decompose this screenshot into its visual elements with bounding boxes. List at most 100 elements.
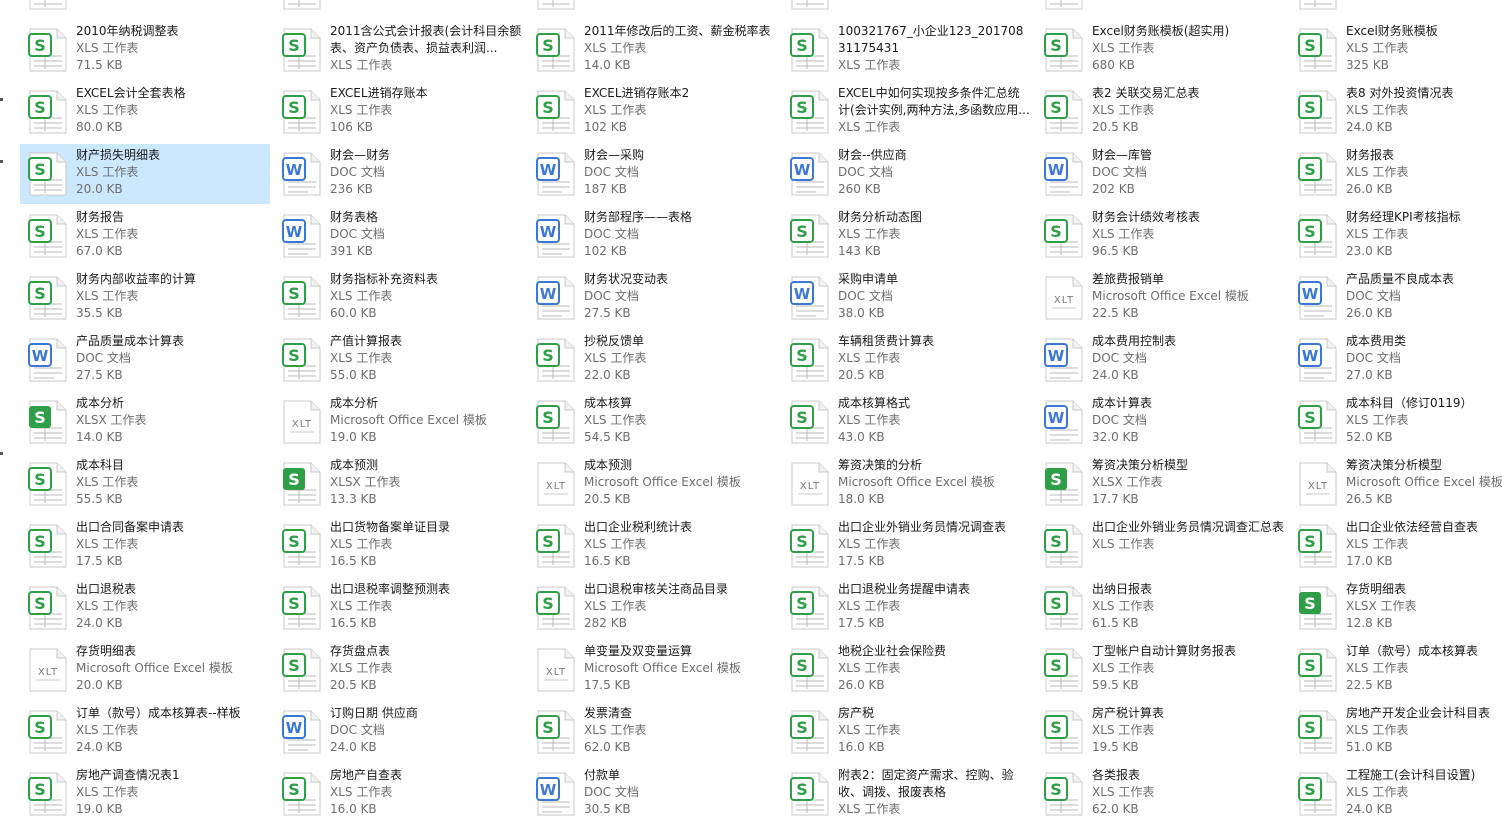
file-item[interactable]: S 产值计算报表 XLS 工作表 55.0 KB [274, 330, 524, 390]
file-item[interactable]: S 出口货物备案单证目录 XLS 工作表 16.5 KB [274, 516, 524, 576]
file-item[interactable]: S Excel财务账模板 XLS 工作表 325 KB [1290, 20, 1510, 80]
file-item[interactable]: S 出口退税审核关注商品目录 XLS 工作表 282 KB [528, 578, 778, 638]
file-item[interactable]: W 财会—库管 DOC 文档 202 KB [1036, 144, 1286, 204]
file-item[interactable]: W 财会—财务 DOC 文档 236 KB [274, 144, 524, 204]
file-item[interactable]: W 成本计算表 DOC 文档 32.0 KB [1036, 392, 1286, 452]
file-item[interactable]: S679 KB [1036, 0, 1286, 18]
file-item[interactable]: XLT 差旅费报销单 Microsoft Office Excel 模板 22.5 … [1036, 268, 1286, 328]
file-item[interactable]: S 表2 关联交易汇总表 XLS 工作表 20.5 KB [1036, 82, 1286, 142]
file-item[interactable]: S 地税企业社会保险费 XLS 工作表 26.0 KB [782, 640, 1032, 700]
file-item[interactable]: S 房地产开发企业会计科目表 XLS 工作表 51.0 KB [1290, 702, 1510, 762]
file-type: XLS 工作表 [76, 103, 139, 117]
file-item[interactable]: S 工程施工(会计科目设置) XLS 工作表 24.0 KB [1290, 764, 1510, 824]
file-type: Microsoft Office Excel 模板 [584, 475, 741, 489]
file-item[interactable]: XLT 筹资决策的分析 Microsoft Office Excel 模板 18.0… [782, 454, 1032, 514]
file-item[interactable]: S 出口企业外销业务员情况调查表 XLS 工作表 17.5 KB [782, 516, 1032, 576]
file-item[interactable]: S 出口退税率调整预测表 XLS 工作表 16.5 KB [274, 578, 524, 638]
file-item[interactable]: S 各类报表 XLS 工作表 62.0 KB [1036, 764, 1286, 824]
file-item[interactable]: S 房产税计算表 XLS 工作表 19.5 KB [1036, 702, 1286, 762]
file-item[interactable]: S 成本核算 XLS 工作表 54.5 KB [528, 392, 778, 452]
file-item[interactable]: S 附表2：固定资产需求、控购、验收、调拨、报废表格 XLS 工作表 [782, 764, 1032, 824]
file-item[interactable]: S 发票清查 XLS 工作表 62.0 KB [528, 702, 778, 762]
file-item[interactable]: S 出口退税表 XLS 工作表 24.0 KB [20, 578, 270, 638]
file-item[interactable]: XLT 筹资决策分析模型 Microsoft Office Excel 模板 26.… [1290, 454, 1510, 514]
file-item[interactable]: S 订单（款号）成本核算表--样板 XLS 工作表 24.0 KB [20, 702, 270, 762]
file-item[interactable]: S EXCEL进销存账本2 XLS 工作表 102 KB [528, 82, 778, 142]
file-item[interactable]: W 产品质量不良成本表 DOC 文档 26.0 KB [1290, 268, 1510, 328]
file-type: XLS 工作表 [1346, 227, 1409, 241]
file-item[interactable]: SXLS 工作表 [274, 0, 524, 18]
file-item[interactable]: S 财务指标补充资料表 XLS 工作表 60.0 KB [274, 268, 524, 328]
file-size: 24.0 KB [1092, 368, 1139, 382]
file-item[interactable]: S 100321767_小企业123_20170831175431 XLS 工作表 [782, 20, 1032, 80]
file-item[interactable]: S 抄税反馈单 XLS 工作表 22.0 KB [528, 330, 778, 390]
file-item[interactable]: S 存货明细表 XLSX 工作表 12.8 KB [1290, 578, 1510, 638]
file-item[interactable]: S 出口企业税利统计表 XLS 工作表 16.5 KB [528, 516, 778, 576]
file-item[interactable]: S 财务经理KPI考核指标 XLS 工作表 23.0 KB [1290, 206, 1510, 266]
file-item[interactable]: W 财务部程序——表格 DOC 文档 102 KB [528, 206, 778, 266]
word-doc-icon: W [28, 338, 68, 382]
file-item[interactable]: S 财产损失明细表 XLS 工作表 20.0 KB [20, 144, 270, 204]
file-item[interactable]: XLT 成本预测 Microsoft Office Excel 模板 20.5 KB [528, 454, 778, 514]
file-item[interactable]: XLT 单变量及双变量运算 Microsoft Office Excel 模板 17… [528, 640, 778, 700]
file-item[interactable]: S EXCEL中如何实现按多条件汇总统计(会计实例,两种方法,多函数应用... XL… [782, 82, 1032, 142]
file-item[interactable]: S 财务会计绩效考核表 XLS 工作表 96.5 KB [1036, 206, 1286, 266]
file-item[interactable]: S 财务内部收益率的计算 XLS 工作表 35.5 KB [20, 268, 270, 328]
file-item[interactable]: XLT 成本分析 Microsoft Office Excel 模板 19.0 KB [274, 392, 524, 452]
file-item[interactable]: S EXCEL进销存账本 XLS 工作表 106 KB [274, 82, 524, 142]
file-item[interactable]: S 财务报告 XLS 工作表 67.0 KB [20, 206, 270, 266]
file-item[interactable]: S 财务报表 XLS 工作表 26.0 KB [1290, 144, 1510, 204]
file-item[interactable]: S 出口合同备案申请表 XLS 工作表 17.5 KB [20, 516, 270, 576]
file-item[interactable]: W 产品质量成本计算表 DOC 文档 27.5 KB [20, 330, 270, 390]
file-item[interactable]: S 车辆租赁费计算表 XLS 工作表 20.5 KB [782, 330, 1032, 390]
file-item[interactable]: W 财务表格 DOC 文档 391 KB [274, 206, 524, 266]
file-item[interactable]: S 出口退税业务提醒申请表 XLS 工作表 17.5 KB [782, 578, 1032, 638]
file-grid: SXLS 工作表 SXLS 工作表 S63.0 KB SXLS 工作表 [0, 0, 1510, 827]
file-item[interactable]: S 财务分析动态图 XLS 工作表 143 KB [782, 206, 1032, 266]
file-item[interactable]: SXLS 工作表 [20, 0, 270, 18]
file-item[interactable]: S 出口企业依法经营自查表 XLS 工作表 17.0 KB [1290, 516, 1510, 576]
svg-text:S: S [1050, 532, 1062, 551]
file-item[interactable]: S 成本分析 XLSX 工作表 14.0 KB [20, 392, 270, 452]
file-item[interactable]: W 财务状况变动表 DOC 文档 27.5 KB [528, 268, 778, 328]
file-item[interactable]: W 订购日期 供应商 DOC 文档 24.0 KB [274, 702, 524, 762]
file-item[interactable]: XLT 存货明细表 Microsoft Office Excel 模板 20.0 K… [20, 640, 270, 700]
file-item[interactable]: S 房产税 XLS 工作表 16.0 KB [782, 702, 1032, 762]
file-item[interactable]: S 房地产自查表 XLS 工作表 16.0 KB [274, 764, 524, 824]
file-item[interactable]: S 成本核算格式 XLS 工作表 43.0 KB [782, 392, 1032, 452]
file-item[interactable]: W 成本费用控制表 DOC 文档 24.0 KB [1036, 330, 1286, 390]
file-item[interactable]: S 出纳日报表 XLS 工作表 61.5 KB [1036, 578, 1286, 638]
file-item[interactable]: W 财会--供应商 DOC 文档 260 KB [782, 144, 1032, 204]
file-item[interactable]: S 2010年纳税调整表 XLS 工作表 71.5 KB [20, 20, 270, 80]
file-type: XLS 工作表 [76, 227, 139, 241]
file-item[interactable]: S 筹资决策分析模型 XLSX 工作表 17.7 KB [1036, 454, 1286, 514]
file-item[interactable]: W 财会—采购 DOC 文档 187 KB [528, 144, 778, 204]
file-item[interactable]: S 存货盘点表 XLS 工作表 20.5 KB [274, 640, 524, 700]
file-item[interactable]: S 出口企业外销业务员情况调查汇总表 XLS 工作表 [1036, 516, 1286, 576]
file-item[interactable]: S 丁型帐户自动计算财务报表 XLS 工作表 59.5 KB [1036, 640, 1286, 700]
file-item[interactable]: S EXCEL会计全套表格 XLS 工作表 80.0 KB [20, 82, 270, 142]
file-item[interactable]: S 成本预测 XLSX 工作表 13.3 KB [274, 454, 524, 514]
file-item[interactable]: W 成本费用类 DOC 文档 27.0 KB [1290, 330, 1510, 390]
file-item[interactable]: S 表8 对外投资情况表 XLS 工作表 24.0 KB [1290, 82, 1510, 142]
file-name: 订单（款号）成本核算表 [1346, 644, 1479, 658]
file-item[interactable]: W 付款单 DOC 文档 30.5 KB [528, 764, 778, 824]
file-item[interactable]: W 采购申请单 DOC 文档 38.0 KB [782, 268, 1032, 328]
file-item[interactable]: S 成本科目（修订0119） XLS 工作表 52.0 KB [1290, 392, 1510, 452]
svg-text:W: W [286, 161, 303, 179]
file-item[interactable]: S 2011含公式会计报表(会计科目余额表、资产负债表、损益表利润... XLS 工… [274, 20, 524, 80]
file-size: 27.5 KB [76, 368, 123, 382]
file-item[interactable]: S 2011年修改后的工资、薪金税率表 XLS 工作表 14.0 KB [528, 20, 778, 80]
file-item[interactable]: S 成本科目 XLS 工作表 55.5 KB [20, 454, 270, 514]
file-item[interactable]: S 房地产调查情况表1 XLS 工作表 19.0 KB [20, 764, 270, 824]
file-item[interactable]: SXLS 工作表 [782, 0, 1032, 18]
svg-text:S: S [288, 346, 300, 365]
file-name: 财务报告 [76, 210, 125, 224]
file-item[interactable]: S63.0 KB [528, 0, 778, 18]
file-type: DOC 文档 [1092, 165, 1147, 179]
file-type: XLS 工作表 [1346, 537, 1409, 551]
svg-text:S: S [796, 532, 808, 551]
file-item[interactable]: S 订单（款号）成本核算表 XLS 工作表 22.5 KB [1290, 640, 1510, 700]
file-item[interactable]: S Excel财务账模板(超实用) XLS 工作表 680 KB [1036, 20, 1286, 80]
file-item[interactable]: SXLS 工作表 [1290, 0, 1510, 18]
